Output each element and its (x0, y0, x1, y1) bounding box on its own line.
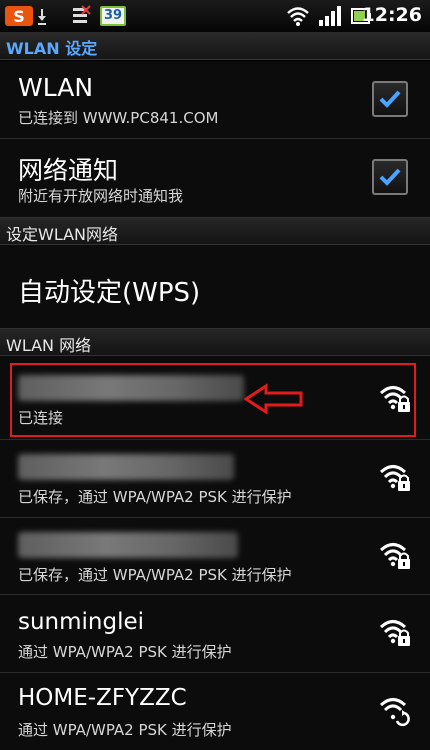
wifi-connecting-icon (379, 698, 410, 727)
network-status: 通过 WPA/WPA2 PSK 进行保护 (18, 643, 232, 661)
network-status: 已保存，通过 WPA/WPA2 PSK 进行保护 (18, 488, 292, 506)
wlan-checkbox[interactable] (372, 81, 408, 117)
wifi-locked-icon (379, 620, 410, 646)
wifi-locked-icon (379, 543, 410, 569)
svg-text:S: S (13, 7, 25, 26)
network-notify-title: 网络通知 (18, 156, 119, 185)
page-title: WLAN 设定 (6, 39, 98, 58)
section-header-configure: 设定WLAN网络 (0, 217, 430, 245)
wifi-status-icon (287, 7, 309, 26)
checkmark-icon (379, 168, 401, 186)
blurred-network-name (18, 532, 238, 558)
wlan-subtitle: 已连接到 WWW.PC841.COM (18, 109, 219, 127)
clock: 12:26 (361, 4, 422, 26)
highlight-box (10, 363, 416, 437)
wps-row[interactable]: 自动设定(WPS) (0, 246, 430, 326)
notification-badge: 39 (100, 6, 126, 26)
section-networks-label: WLAN 网络 (6, 336, 92, 355)
network-notify-checkbox[interactable] (372, 159, 408, 195)
signal-strength-icon (319, 6, 341, 26)
sogou-app-icon: S (5, 6, 33, 26)
download-icon (38, 9, 46, 25)
wlan-toggle-row[interactable]: WLAN 已连接到 WWW.PC841.COM (0, 61, 430, 138)
title-bar: WLAN 设定 (0, 32, 430, 60)
network-status: 通过 WPA/WPA2 PSK 进行保护 (18, 721, 232, 739)
network-name: HOME-ZFYZZC (18, 685, 187, 711)
network-status: 已保存，通过 WPA/WPA2 PSK 进行保护 (18, 566, 292, 584)
blurred-network-name (18, 454, 234, 480)
section-header-networks: WLAN 网络 (0, 328, 430, 356)
wlan-title: WLAN (18, 73, 94, 102)
wps-title: 自动设定(WPS) (18, 278, 201, 308)
network-item[interactable]: 已保存，通过 WPA/WPA2 PSK 进行保护 (0, 440, 430, 517)
wifi-locked-icon (379, 465, 410, 491)
red-arrow-icon (244, 383, 303, 415)
network-notify-row[interactable]: 网络通知 附近有开放网络时通知我 (0, 139, 430, 217)
network-item[interactable]: HOME-ZFYZZC 通过 WPA/WPA2 PSK 进行保护 (0, 673, 430, 750)
status-bar: S 39 12:26 (0, 0, 430, 32)
checkmark-icon (379, 90, 401, 108)
network-item[interactable]: 已保存，通过 WPA/WPA2 PSK 进行保护 (0, 518, 430, 594)
network-item[interactable]: sunminglei 通过 WPA/WPA2 PSK 进行保护 (0, 595, 430, 672)
section-configure-label: 设定WLAN网络 (6, 225, 119, 244)
network-notify-subtitle: 附近有开放网络时通知我 (18, 187, 184, 205)
network-name: sunminglei (18, 609, 145, 635)
blocked-list-icon (73, 5, 91, 23)
